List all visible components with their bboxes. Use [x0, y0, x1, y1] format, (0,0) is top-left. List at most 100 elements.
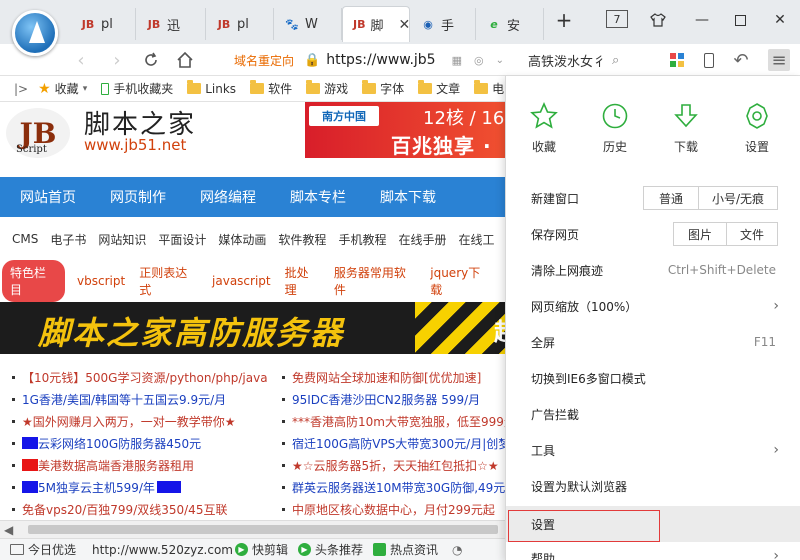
- today-picks[interactable]: 今日优选: [10, 541, 76, 558]
- bookmark-folder[interactable]: 软件: [250, 80, 292, 97]
- bookmark-folder[interactable]: 字体: [362, 80, 404, 97]
- list-item[interactable]: 免费网站全球加速和防御[优优加速]: [282, 366, 505, 388]
- search-input[interactable]: 高铁泼水女彳: [528, 51, 606, 70]
- history-button[interactable]: 历史: [585, 102, 645, 162]
- quick-cut[interactable]: ▶ 快剪辑: [234, 541, 288, 558]
- list-item[interactable]: ★国外网赚月入两万，一对一教学带你★: [12, 410, 280, 432]
- home-icon[interactable]: [174, 49, 196, 71]
- close-window-icon[interactable]: ✕: [768, 9, 792, 31]
- address-url[interactable]: https://www.jb5: [326, 52, 435, 68]
- bookmark-folder[interactable]: 游戏: [306, 80, 348, 97]
- new-tab-button[interactable]: +: [552, 8, 576, 32]
- list-item[interactable]: 5M独享云主机599/年: [12, 476, 280, 498]
- bookmark-mobile[interactable]: 手机收藏夹: [101, 80, 173, 97]
- subnav-item[interactable]: 在线手册: [398, 231, 446, 248]
- subnav-item[interactable]: 媒体动画: [218, 231, 266, 248]
- list-item[interactable]: ★☆云服务器5折，天天抽红包抵扣☆★: [282, 454, 505, 476]
- tab-count-button[interactable]: 7: [606, 10, 628, 28]
- list-item[interactable]: 免备vps20/百独799/双线350/45互联: [12, 498, 280, 520]
- new-window-private-button[interactable]: 小号/无痕: [698, 186, 778, 210]
- lock-icon[interactable]: 🔒: [304, 53, 320, 68]
- favorites-button[interactable]: 收藏: [514, 102, 574, 162]
- tab-4[interactable]: 🐾 W: [274, 8, 342, 40]
- nav-scripts[interactable]: 脚本专栏: [290, 187, 346, 207]
- address-bar[interactable]: 域名重定向 🔒 https://www.jb5 ▦ ◎ ⌄: [222, 48, 524, 72]
- nav-web-design[interactable]: 网页制作: [110, 187, 166, 207]
- forward-icon[interactable]: ›: [106, 49, 128, 71]
- list-item[interactable]: 云彩网络100G防服务器450元: [12, 432, 280, 454]
- tab-1[interactable]: JB pl: [70, 8, 136, 40]
- subnav-item[interactable]: 电子书: [50, 231, 86, 248]
- special-link[interactable]: javascript: [212, 274, 271, 288]
- hot-news[interactable]: 热点资讯: [373, 541, 438, 558]
- nav-downloads[interactable]: 脚本下载: [380, 187, 436, 207]
- search-icon[interactable]: ⌕: [612, 53, 619, 68]
- list-item[interactable]: 95IDC香港沙田CN2服务器 599/月: [282, 388, 505, 410]
- save-image-button[interactable]: 图片: [673, 222, 727, 246]
- list-item[interactable]: 【10元钱】500G学习资源/python/php/java: [12, 366, 280, 388]
- headline-recommend[interactable]: ▶ 头条推荐: [298, 541, 363, 558]
- apps-grid-icon[interactable]: [666, 49, 688, 71]
- special-link[interactable]: jquery下载: [430, 264, 491, 298]
- tab-2[interactable]: JB 迅: [136, 8, 206, 40]
- menu-adblock[interactable]: 广告拦截: [506, 396, 800, 432]
- browser-logo-icon[interactable]: [12, 10, 58, 56]
- menu-clear-traces[interactable]: 清除上网痕迹 Ctrl+Shift+Delete: [506, 252, 800, 288]
- sidebar-toggle-icon[interactable]: |>: [14, 82, 28, 96]
- subnav-item[interactable]: 在线工: [458, 231, 494, 248]
- list-item[interactable]: 美港数据高端香港服务器租用: [12, 454, 280, 476]
- menu-default-browser[interactable]: 设置为默认浏览器: [506, 468, 800, 504]
- menu-hamburger-icon[interactable]: ≡: [768, 49, 790, 71]
- special-link[interactable]: 批处理: [285, 264, 320, 298]
- mobile-icon[interactable]: [698, 49, 720, 71]
- tab-7[interactable]: e 安: [476, 8, 544, 40]
- status-link[interactable]: http://www.520zyz.com: [92, 543, 233, 557]
- special-link[interactable]: 服务器常用软件: [334, 264, 416, 298]
- search-box[interactable]: 高铁泼水女彳 ⌕: [528, 48, 638, 72]
- back-icon[interactable]: ‹: [70, 49, 92, 71]
- compat-icon[interactable]: ◎: [474, 54, 484, 67]
- bookmark-favorites[interactable]: ★ 收藏 ▾: [38, 80, 87, 97]
- menu-zoom[interactable]: 网页缩放（100%） ›: [506, 288, 800, 324]
- menu-settings[interactable]: 设置: [506, 506, 800, 542]
- save-file-button[interactable]: 文件: [726, 222, 778, 246]
- tab-3[interactable]: JB pl: [206, 8, 274, 40]
- nav-home[interactable]: 网站首页: [20, 187, 76, 207]
- qr-icon[interactable]: ▦: [452, 54, 462, 67]
- horizontal-scrollbar[interactable]: ◀: [0, 520, 505, 538]
- hosting-banner[interactable]: 脚本之家高防服务器 超: [0, 302, 505, 354]
- speed-icon[interactable]: ◔: [452, 543, 462, 557]
- list-item[interactable]: 1G香港/美国/韩国等十五国云9.9元/月: [12, 388, 280, 410]
- subnav-item[interactable]: 平面设计: [158, 231, 206, 248]
- site-url[interactable]: www.jb51.net: [84, 136, 186, 154]
- subnav-item[interactable]: CMS: [12, 232, 38, 246]
- bookmark-folder[interactable]: 文章: [418, 80, 460, 97]
- new-window-normal-button[interactable]: 普通: [643, 186, 699, 210]
- tab-5-active[interactable]: JB 脚 ✕: [342, 6, 410, 42]
- subnav-item[interactable]: 网站知识: [98, 231, 146, 248]
- nav-programming[interactable]: 网络编程: [200, 187, 256, 207]
- shirt-icon[interactable]: [646, 9, 670, 31]
- close-tab-icon[interactable]: ✕: [399, 17, 411, 33]
- chevron-down-icon[interactable]: ⌄: [496, 55, 504, 66]
- subnav-item[interactable]: 软件教程: [278, 231, 326, 248]
- bookmark-folder[interactable]: 电: [474, 80, 504, 97]
- list-item[interactable]: 宿迁100G高防VPS大带宽300元/月|创梦: [282, 432, 505, 454]
- minimize-icon[interactable]: —: [690, 9, 714, 31]
- bookmark-folder[interactable]: Links: [187, 80, 236, 96]
- special-link[interactable]: 正则表达式: [139, 264, 198, 298]
- top-ad-banner[interactable]: 南方中国 12核 / 16 百兆独享 ·: [305, 102, 505, 158]
- list-item[interactable]: 群英云服务器送10M带宽30G防御,49元起: [282, 476, 505, 498]
- site-logo[interactable]: JB Script: [6, 108, 70, 158]
- menu-tools[interactable]: 工具 ›: [506, 432, 800, 468]
- menu-help[interactable]: 帮助 ›: [506, 542, 800, 560]
- scroll-left-icon[interactable]: ◀: [4, 523, 13, 537]
- list-item[interactable]: ***香港高防10m大带宽独服，低至999元: [282, 410, 505, 432]
- maximize-icon[interactable]: [728, 9, 752, 31]
- menu-fullscreen[interactable]: 全屏 F11: [506, 324, 800, 360]
- menu-ie6-mode[interactable]: 切换到IE6多窗口模式: [506, 360, 800, 396]
- scrollbar-thumb[interactable]: [28, 525, 498, 534]
- tab-6[interactable]: ◉ 手: [410, 8, 476, 40]
- undo-icon[interactable]: ↶: [730, 49, 752, 71]
- special-link[interactable]: vbscript: [77, 274, 125, 288]
